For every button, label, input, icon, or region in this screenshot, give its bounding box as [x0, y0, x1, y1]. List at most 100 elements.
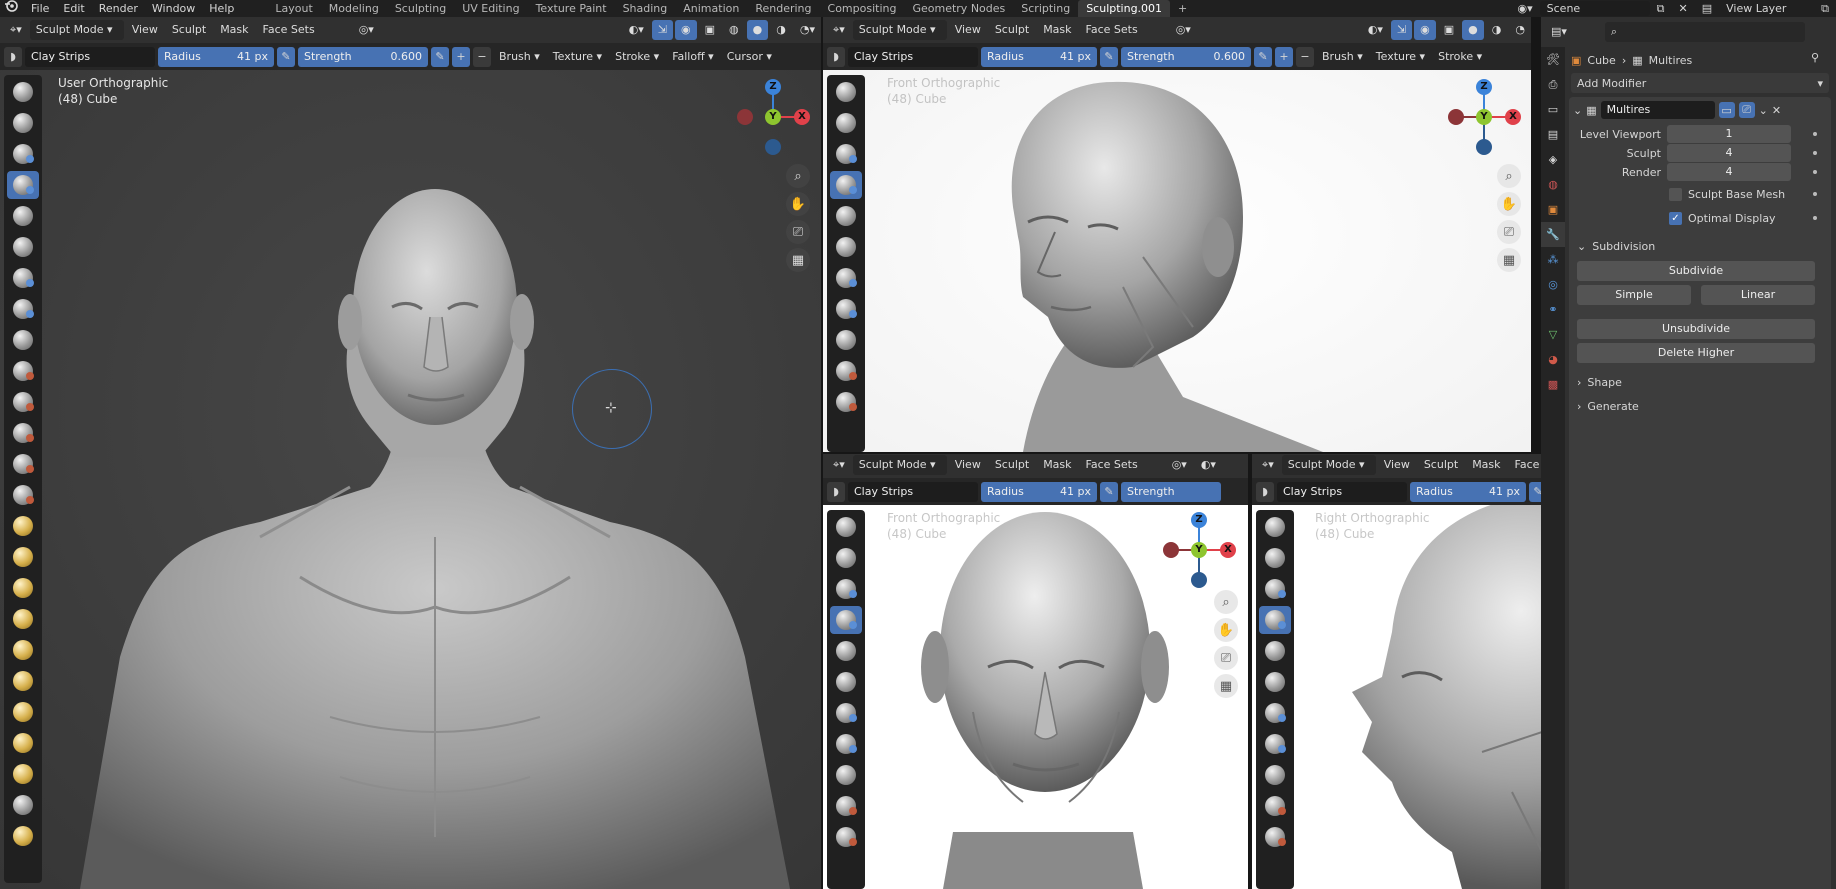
modifier-name-field[interactable]: Multires	[1600, 101, 1715, 119]
tool-inflate[interactable]	[830, 264, 862, 292]
view-layer-icon[interactable]: ▤	[1695, 0, 1719, 17]
tool-boundary[interactable]	[7, 791, 39, 819]
brush-icon[interactable]: ◗	[827, 481, 845, 502]
scene-copy-icon[interactable]: ⧉	[1650, 0, 1672, 17]
radius-field[interactable]: Radius 41 px	[158, 46, 274, 67]
view-layer-copy-icon[interactable]: ⧉	[1814, 0, 1836, 17]
menu-help[interactable]: Help	[202, 0, 241, 17]
radius-field[interactable]: Radius 41 px	[1410, 481, 1526, 502]
dropdown-stroke[interactable]: Stroke ▾	[610, 47, 664, 67]
editor-type-icon[interactable]: ⌖▾	[4, 20, 28, 40]
gizmo-y-axis[interactable]: Y	[1191, 542, 1207, 558]
gizmo-neg-x-axis[interactable]	[1163, 542, 1179, 558]
tool-clay-thumb[interactable]	[1259, 637, 1291, 665]
brush-name-field[interactable]: Clay Strips	[848, 481, 978, 502]
tool-clay-strips[interactable]	[830, 606, 862, 634]
tool-blob[interactable]	[830, 295, 862, 323]
view-layer-selector[interactable]: View Layer	[1719, 0, 1814, 17]
gizmo-toggle-icon[interactable]: ⇲	[651, 20, 674, 40]
strength-pressure-icon[interactable]: ✎	[431, 46, 449, 67]
tool-draw[interactable]	[7, 78, 39, 106]
tool-fill[interactable]	[7, 419, 39, 447]
shading-solid-icon[interactable]: ●	[1462, 20, 1484, 40]
tool-draw-sharp[interactable]	[830, 109, 862, 137]
tab-uv-editing[interactable]: UV Editing	[454, 0, 527, 17]
add-workspace-icon[interactable]: +	[1170, 0, 1195, 17]
menu-mask[interactable]: Mask	[1037, 20, 1077, 40]
overlay-toggle-icon[interactable]: ◉	[1414, 20, 1436, 40]
gizmo-x-axis[interactable]: X	[794, 109, 810, 125]
editor-type-icon[interactable]: ⌖▾	[827, 455, 851, 475]
add-modifier-button[interactable]: Add Modifier ▾	[1571, 73, 1829, 93]
simple-button[interactable]: Simple	[1577, 285, 1691, 305]
unsubdivide-button[interactable]: Unsubdivide	[1577, 319, 1815, 339]
menu-face-sets[interactable]: Face Sets	[1080, 455, 1144, 475]
add-direction-icon[interactable]: +	[452, 46, 470, 67]
pan-hand-icon[interactable]: ✋	[786, 192, 810, 216]
menu-sculpt[interactable]: Sculpt	[166, 20, 212, 40]
visibility-icon[interactable]: ◐▾	[1195, 455, 1222, 475]
brush-icon[interactable]: ◗	[827, 46, 845, 67]
shading-solid-icon[interactable]: ●	[746, 20, 769, 40]
strength-field[interactable]: Strength 0.600	[1121, 46, 1251, 67]
properties-search[interactable]: ⌕	[1604, 22, 1805, 42]
tab-texture-paint[interactable]: Texture Paint	[528, 0, 615, 17]
shading-render-icon[interactable]: ◔	[1509, 20, 1531, 40]
dropdown-brush[interactable]: Brush ▾	[1317, 47, 1368, 67]
tool-clay-strips[interactable]	[830, 171, 862, 199]
area-separator-bottom-vertical[interactable]	[1248, 452, 1252, 889]
tool-draw-sharp[interactable]	[7, 109, 39, 137]
mode-selector[interactable]: Sculpt Mode ▾	[852, 455, 947, 475]
show-viewport-icon[interactable]: ▭	[1718, 102, 1735, 118]
gizmo-toggle-icon[interactable]: ⇲	[1390, 20, 1413, 40]
tool-clay[interactable]	[830, 140, 862, 168]
tool-clay-strips[interactable]	[1259, 606, 1291, 634]
add-direction-icon[interactable]: +	[1275, 46, 1293, 67]
tab-layout[interactable]: Layout	[267, 0, 320, 17]
tool-pose[interactable]	[7, 667, 39, 695]
camera-icon[interactable]: ⎚	[1214, 646, 1238, 670]
tool-layer[interactable]	[830, 233, 862, 261]
tool-clay-thumb[interactable]	[830, 202, 862, 230]
tool-layer[interactable]	[1259, 668, 1291, 696]
tool-layer[interactable]	[7, 233, 39, 261]
tool-clay-thumb[interactable]	[7, 202, 39, 230]
shading-render-icon[interactable]: ◔▾	[794, 20, 821, 40]
delete-higher-button[interactable]: Delete Higher	[1577, 343, 1815, 363]
tool-flatten[interactable]	[830, 388, 862, 416]
dropdown-cursor[interactable]: Cursor ▾	[722, 47, 777, 67]
editor-type-icon[interactable]: ▤▾	[1545, 22, 1573, 42]
subdivision-subpanel-header[interactable]: ⌄ Subdivision	[1577, 237, 1655, 255]
menu-sculpt[interactable]: Sculpt	[989, 455, 1035, 475]
texture-tab-icon[interactable]: ▩	[1541, 372, 1565, 397]
tool-crease[interactable]	[1259, 761, 1291, 789]
gizmo-z-axis[interactable]: Z	[765, 79, 781, 95]
pin-icon[interactable]: ⚲	[1811, 51, 1819, 64]
tool-draw-sharp[interactable]	[1259, 544, 1291, 572]
grid-toggle-icon[interactable]: ▦	[786, 248, 810, 272]
radius-pressure-icon[interactable]: ✎	[277, 46, 295, 67]
strength-pressure-icon[interactable]: ✎	[1254, 46, 1272, 67]
tool-draw[interactable]	[1259, 513, 1291, 541]
camera-icon[interactable]: ⎚	[786, 220, 810, 244]
viewport-top-right[interactable]: ⌖▾ Sculpt Mode ▾ View Sculpt Mask Face S…	[823, 17, 1531, 452]
sculpt-base-mesh-box[interactable]	[1669, 187, 1682, 201]
radius-field[interactable]: Radius 41 px	[981, 46, 1097, 67]
output-tab-icon[interactable]: ▭	[1541, 97, 1565, 122]
gizmo-x-axis[interactable]: X	[1505, 109, 1521, 125]
menu-render[interactable]: Render	[92, 0, 145, 17]
menu-mask[interactable]: Mask	[1466, 455, 1506, 475]
menu-sculpt[interactable]: Sculpt	[989, 20, 1035, 40]
xray-toggle-icon[interactable]: ▣	[699, 20, 721, 40]
tool-smooth[interactable]	[830, 792, 862, 820]
sculpt-level-field[interactable]: 4	[1667, 144, 1791, 162]
physics-tab-icon[interactable]: ◎	[1541, 272, 1565, 297]
optimal-display-checkbox[interactable]: ✓ Optimal Display	[1669, 209, 1776, 227]
mode-selector[interactable]: Sculpt Mode ▾	[1281, 455, 1376, 475]
tab-sculpting-001[interactable]: Sculpting.001	[1078, 0, 1171, 17]
zoom-icon[interactable]: ⌕	[786, 164, 810, 188]
tool-blob[interactable]	[830, 730, 862, 758]
dropdown-stroke[interactable]: Stroke ▾	[1433, 47, 1487, 67]
gizmo-neg-z-axis[interactable]	[1191, 572, 1207, 588]
grid-toggle-icon[interactable]: ▦	[1214, 674, 1238, 698]
